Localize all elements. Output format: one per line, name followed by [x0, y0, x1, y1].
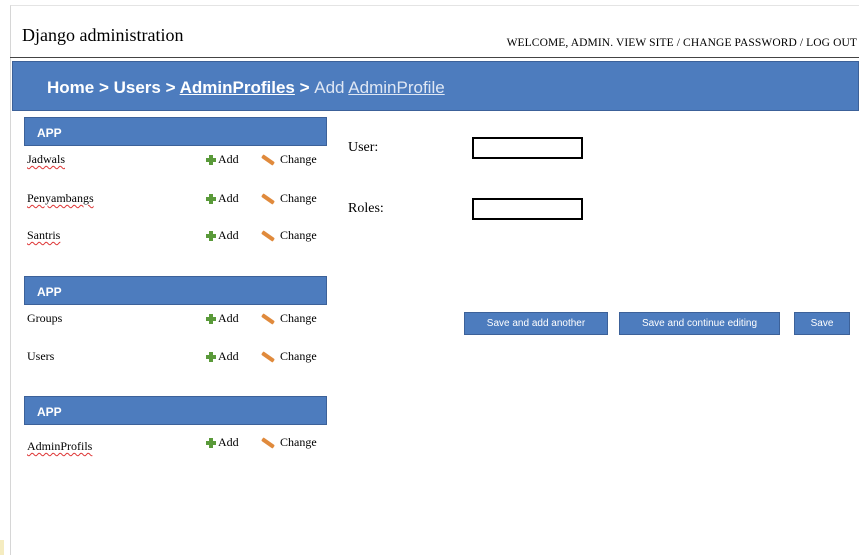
breadcrumb-current: Add AdminProfile [314, 78, 444, 97]
breadcrumb-users[interactable]: Users [114, 78, 161, 97]
user-label: User: [348, 140, 379, 155]
sidebar-row-penyambangs: Penyambangs Add Change [24, 191, 334, 209]
sidebar-row-groups: Groups Add Change [24, 311, 334, 329]
roles-field[interactable] [472, 198, 583, 220]
plus-icon [205, 154, 217, 166]
breadcrumb-separator: > [294, 78, 315, 97]
model-link-groups[interactable]: Groups [27, 311, 62, 326]
model-link-jadwals[interactable]: Jadwals [27, 152, 65, 167]
add-label: Add [218, 152, 239, 166]
add-link[interactable]: Add [205, 191, 239, 206]
pencil-icon [261, 192, 275, 205]
breadcrumb-home[interactable]: Home [47, 78, 94, 97]
user-tools[interactable]: WELCOME, ADMIN. VIEW SITE / CHANGE PASSW… [507, 37, 857, 49]
breadcrumb: Home > Users > AdminProfiles > Add Admin… [47, 78, 445, 98]
module-header-app-1: APP [24, 117, 327, 146]
user-field[interactable] [472, 137, 583, 159]
roles-label: Roles: [348, 201, 384, 216]
sidebar-row-jadwals: Jadwals Add Change [24, 152, 334, 170]
pencil-icon [261, 312, 275, 325]
header-divider [10, 57, 859, 58]
change-link[interactable]: Change [261, 152, 317, 167]
breadcrumb-bar: Home > Users > AdminProfiles > Add Admin… [12, 61, 859, 111]
plus-icon [205, 437, 217, 449]
change-label: Change [280, 311, 317, 325]
add-label: Add [218, 311, 239, 325]
model-link-penyambangs[interactable]: Penyambangs [27, 191, 94, 206]
save-and-add-another-button[interactable]: Save and add another [464, 312, 608, 335]
add-label: Add [218, 228, 239, 242]
site-name[interactable]: Django administration [22, 25, 183, 46]
add-link[interactable]: Add [205, 349, 239, 364]
breadcrumb-current-prefix: Add [314, 78, 349, 97]
breadcrumb-current-model: AdminProfile [348, 78, 445, 97]
breadcrumb-separator: > [160, 78, 180, 97]
model-link-santris[interactable]: Santris [27, 228, 60, 243]
change-link[interactable]: Change [261, 228, 317, 243]
plus-icon [205, 313, 217, 325]
change-link[interactable]: Change [261, 435, 317, 450]
plus-icon [205, 351, 217, 363]
change-link[interactable]: Change [261, 311, 317, 326]
pencil-icon [261, 350, 275, 363]
change-label: Change [280, 435, 317, 449]
add-link[interactable]: Add [205, 435, 239, 450]
sidebar-row-santris: Santris Add Change [24, 228, 334, 246]
save-and-continue-editing-button[interactable]: Save and continue editing [619, 312, 780, 335]
pencil-icon [261, 153, 275, 166]
change-label: Change [280, 349, 317, 363]
plus-icon [205, 230, 217, 242]
change-link[interactable]: Change [261, 349, 317, 364]
model-link-users[interactable]: Users [27, 349, 54, 364]
module-header-app-2: APP [24, 276, 327, 305]
sidebar-row-adminprofils: AdminProfils Add Change [24, 435, 334, 453]
save-button[interactable]: Save [794, 312, 850, 335]
change-label: Change [280, 191, 317, 205]
add-label: Add [218, 191, 239, 205]
corner-artifact [0, 540, 4, 555]
module-header-app-3: APP [24, 396, 327, 425]
model-link-adminprofils[interactable]: AdminProfils [27, 439, 92, 454]
add-label: Add [218, 435, 239, 449]
breadcrumb-separator: > [94, 78, 114, 97]
change-label: Change [280, 152, 317, 166]
add-link[interactable]: Add [205, 311, 239, 326]
pencil-icon [261, 436, 275, 449]
plus-icon [205, 193, 217, 205]
add-label: Add [218, 349, 239, 363]
add-link[interactable]: Add [205, 228, 239, 243]
pencil-icon [261, 229, 275, 242]
change-link[interactable]: Change [261, 191, 317, 206]
breadcrumb-adminprofiles[interactable]: AdminProfiles [180, 78, 295, 97]
change-label: Change [280, 228, 317, 242]
add-link[interactable]: Add [205, 152, 239, 167]
sidebar-row-users: Users Add Change [24, 349, 334, 367]
